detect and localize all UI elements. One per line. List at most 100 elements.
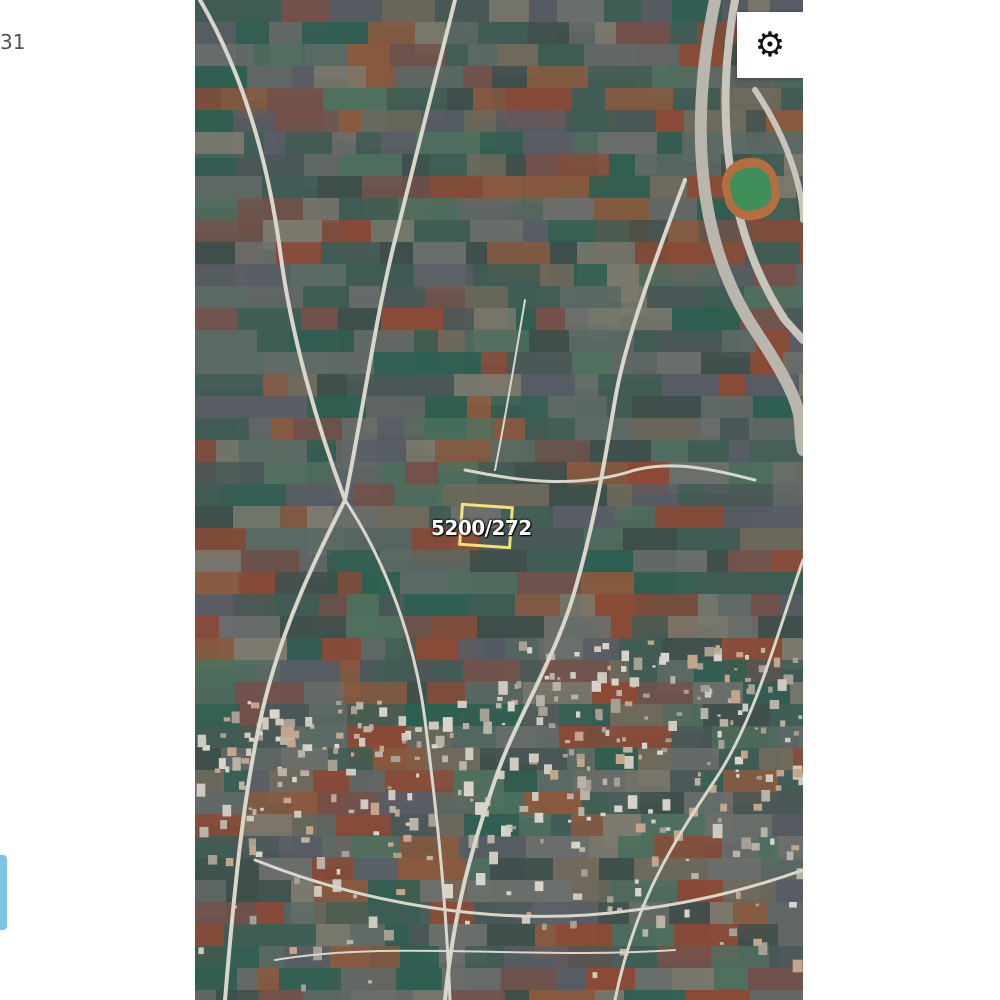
building bbox=[615, 754, 625, 764]
building bbox=[239, 781, 245, 790]
building bbox=[495, 703, 502, 709]
building bbox=[570, 920, 577, 929]
field-patch bbox=[522, 176, 589, 198]
building bbox=[384, 929, 394, 941]
field-patch bbox=[529, 330, 569, 352]
building bbox=[748, 684, 755, 695]
building bbox=[633, 657, 643, 671]
building bbox=[562, 753, 568, 758]
building bbox=[712, 823, 723, 839]
building bbox=[736, 652, 744, 658]
building bbox=[785, 737, 791, 743]
building bbox=[741, 837, 751, 850]
field-patch bbox=[776, 880, 803, 903]
building bbox=[231, 711, 240, 724]
building bbox=[292, 776, 297, 783]
building bbox=[518, 641, 527, 651]
building bbox=[624, 701, 633, 707]
building bbox=[248, 807, 253, 810]
building bbox=[602, 643, 610, 650]
building bbox=[532, 792, 539, 801]
field-patch bbox=[330, 0, 382, 24]
building bbox=[751, 842, 760, 851]
building bbox=[554, 696, 559, 702]
satellite-map[interactable]: 5200/272 ⚙ bbox=[195, 0, 803, 1000]
building bbox=[736, 774, 740, 778]
building bbox=[793, 731, 799, 736]
field-patch bbox=[449, 990, 505, 1000]
building bbox=[331, 794, 337, 803]
field-patch bbox=[733, 792, 789, 815]
side-tab-handle[interactable] bbox=[0, 855, 7, 930]
building bbox=[755, 903, 760, 907]
field-patch bbox=[467, 154, 506, 178]
building bbox=[379, 707, 388, 717]
building bbox=[232, 757, 241, 771]
field-patch bbox=[216, 990, 259, 1000]
building bbox=[305, 717, 313, 727]
building bbox=[336, 732, 344, 739]
building bbox=[760, 827, 768, 838]
building bbox=[656, 915, 666, 929]
field-patch bbox=[529, 990, 595, 1000]
field-patch bbox=[350, 924, 385, 946]
field-tiles bbox=[195, 0, 803, 1000]
building bbox=[586, 816, 591, 821]
building bbox=[301, 837, 310, 843]
building bbox=[387, 842, 394, 847]
field-patch bbox=[264, 462, 330, 484]
building bbox=[741, 750, 748, 759]
field-patch bbox=[517, 572, 581, 594]
building bbox=[289, 947, 297, 954]
field-patch bbox=[254, 44, 305, 68]
building bbox=[526, 911, 532, 915]
building bbox=[791, 845, 800, 851]
building bbox=[720, 803, 727, 812]
building bbox=[578, 807, 585, 817]
building bbox=[567, 793, 574, 800]
building bbox=[581, 869, 588, 877]
building bbox=[691, 873, 699, 879]
building bbox=[336, 869, 341, 875]
building bbox=[249, 845, 256, 856]
gear-icon: ⚙ bbox=[754, 25, 786, 65]
building bbox=[457, 700, 467, 708]
building bbox=[647, 640, 655, 645]
building bbox=[737, 710, 743, 715]
field-patch bbox=[565, 110, 615, 134]
building bbox=[635, 888, 642, 897]
building bbox=[251, 702, 260, 709]
field-patch bbox=[656, 110, 684, 132]
building bbox=[246, 748, 252, 756]
building bbox=[363, 726, 372, 733]
field-patch bbox=[657, 352, 701, 374]
building bbox=[717, 714, 721, 717]
field-patch bbox=[599, 858, 634, 882]
building bbox=[756, 775, 762, 780]
building bbox=[789, 901, 797, 908]
building bbox=[489, 851, 498, 865]
building bbox=[659, 827, 667, 833]
building bbox=[576, 711, 581, 718]
building bbox=[622, 737, 626, 742]
building bbox=[586, 766, 591, 771]
field-patch bbox=[537, 726, 559, 749]
building bbox=[393, 852, 402, 858]
building bbox=[511, 826, 517, 830]
building bbox=[373, 831, 380, 836]
building bbox=[457, 789, 462, 796]
field-patch bbox=[396, 968, 442, 992]
building bbox=[470, 798, 474, 802]
settings-button[interactable]: ⚙ bbox=[737, 12, 803, 78]
building bbox=[573, 893, 583, 900]
building bbox=[426, 855, 433, 861]
building bbox=[301, 984, 306, 992]
field-patch bbox=[729, 440, 749, 462]
building bbox=[715, 645, 720, 652]
building bbox=[736, 892, 741, 899]
building bbox=[627, 795, 638, 809]
building bbox=[227, 747, 237, 756]
building bbox=[497, 696, 503, 701]
building bbox=[214, 768, 221, 773]
building bbox=[244, 732, 251, 738]
